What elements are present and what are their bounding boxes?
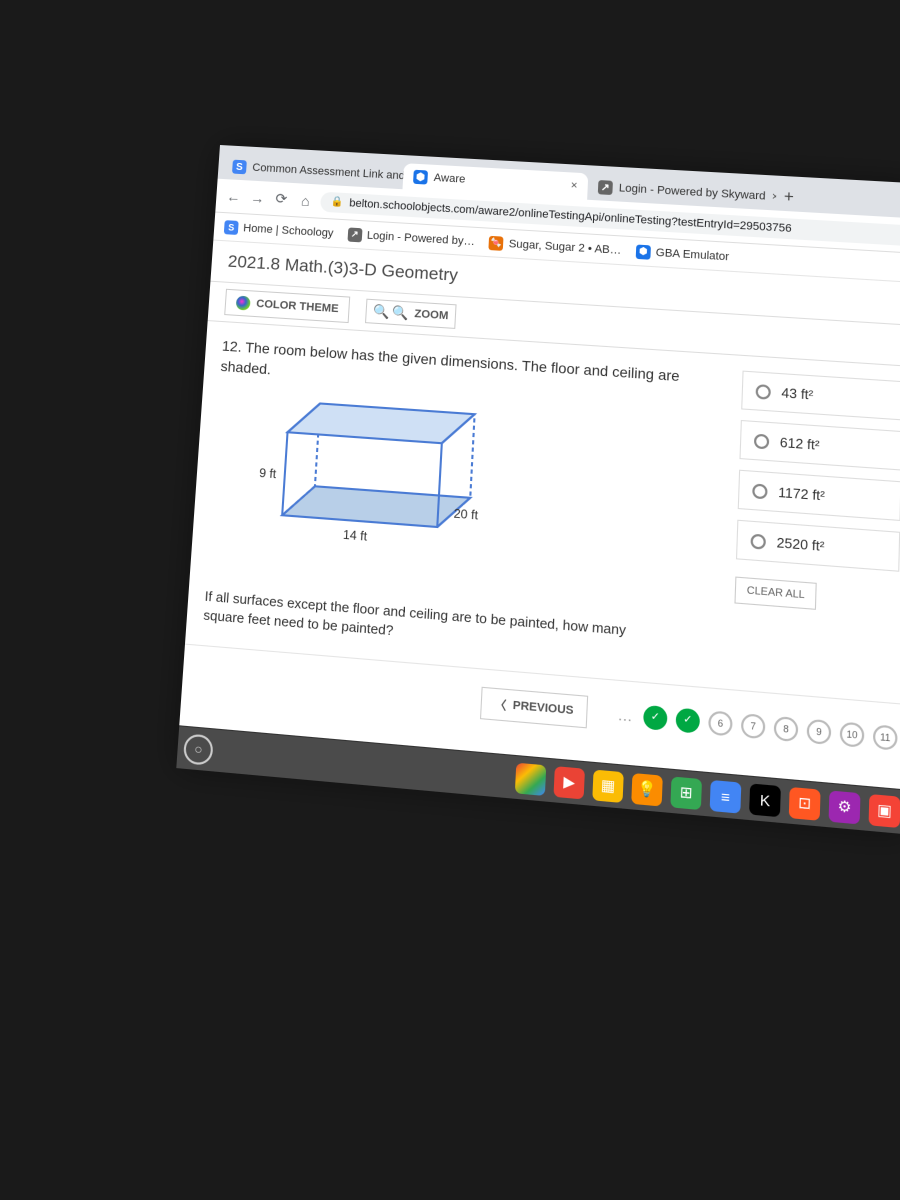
clear-all-button[interactable]: CLEAR ALL (734, 577, 817, 610)
answer-option-1[interactable]: 43 ft² (741, 371, 900, 421)
tab-favicon: ↗ (598, 180, 613, 195)
radio-icon (756, 384, 771, 400)
qnav-9[interactable]: 9 (807, 718, 832, 744)
ellipsis-icon: … (617, 705, 635, 724)
answer-text: 1172 ft² (778, 484, 825, 503)
radio-icon (750, 533, 766, 549)
tab-favicon: S (232, 160, 247, 175)
answer-option-4[interactable]: 2520 ft² (736, 520, 900, 572)
answer-text: 43 ft² (781, 385, 813, 403)
reload-icon[interactable]: ⟳ (272, 190, 291, 208)
app-icon[interactable]: 💡 (631, 772, 663, 806)
question-content: 12. The room below has the given dimensi… (186, 321, 900, 684)
tab-label: Aware (433, 172, 465, 186)
qnav-6[interactable]: 6 (708, 710, 733, 736)
tab-label: Common Assessment Link and (252, 162, 404, 183)
app-icon[interactable]: ▦ (592, 769, 624, 802)
page-title: 2021.8 Math.(3)3-D Geometry (227, 252, 458, 286)
bookmark-gba[interactable]: ⬢ GBA Emulator (636, 244, 730, 264)
bookmark-favicon: ⬢ (636, 244, 651, 259)
qnav-4[interactable]: 4 (643, 704, 668, 730)
answers-column: 43 ft² 612 ft² 1172 ft² 2520 ft² CLEAR A… (732, 371, 900, 683)
home-icon[interactable]: ⌂ (296, 192, 315, 209)
back-icon[interactable]: ← (224, 188, 243, 205)
qnav-8[interactable]: 8 (774, 715, 799, 741)
app-icon[interactable]: K (749, 783, 781, 817)
bookmark-label: Sugar, Sugar 2 • AB… (508, 237, 621, 256)
tab-label: Login - Powered by Skyward (619, 182, 766, 202)
app-icon[interactable]: ▣ (869, 793, 900, 827)
bookmark-sugar[interactable]: 🍬 Sugar, Sugar 2 • AB… (489, 235, 622, 257)
app-icon[interactable]: ⊡ (789, 786, 821, 820)
app-icon[interactable]: ≡ (710, 779, 742, 813)
new-tab-button[interactable]: + (776, 184, 802, 212)
chrome-icon[interactable] (515, 762, 546, 795)
launcher-icon[interactable]: ○ (183, 733, 214, 766)
lock-icon: 🔒 (330, 196, 343, 208)
close-icon[interactable]: × (570, 180, 577, 193)
zoom-in-icon[interactable]: 🔍 (391, 304, 409, 321)
qnav-7[interactable]: 7 (741, 713, 766, 739)
app-icon[interactable]: ⚙ (829, 790, 861, 824)
question-column: 12. The room below has the given dimensi… (203, 336, 732, 668)
dim-width-label: 14 ft (343, 527, 369, 544)
previous-button[interactable]: 〈 PREVIOUS (480, 686, 588, 728)
bookmark-schoology[interactable]: S Home | Schoology (224, 220, 334, 241)
browser-window: S Common Assessment Link and × ⬢ Aware ×… (176, 145, 900, 834)
chevron-left-icon: 〈 (494, 695, 507, 713)
radio-icon (752, 483, 768, 499)
color-theme-button[interactable]: COLOR THEME (224, 289, 350, 323)
forward-icon[interactable]: → (248, 189, 267, 206)
bookmark-label: GBA Emulator (656, 246, 730, 263)
tab-favicon: ⬢ (413, 170, 428, 185)
bookmark-favicon: 🍬 (489, 235, 504, 250)
color-theme-label: COLOR THEME (256, 298, 339, 315)
answer-text: 2520 ft² (776, 534, 824, 554)
qnav-11[interactable]: 11 (873, 724, 898, 750)
app-icon[interactable]: ▶ (553, 766, 585, 799)
bookmark-favicon: ↗ (347, 227, 362, 242)
bookmark-label: Login - Powered by… (367, 229, 476, 248)
zoom-control[interactable]: 🔍 🔍 ZOOM (365, 299, 456, 329)
radio-icon (754, 433, 770, 449)
qnav-10[interactable]: 10 (840, 721, 865, 747)
answer-option-3[interactable]: 1172 ft² (738, 470, 900, 521)
bookmark-label: Home | Schoology (243, 222, 334, 239)
qnav-5[interactable]: 5 (675, 707, 700, 733)
dim-depth-label: 20 ft (453, 506, 479, 523)
zoom-label: ZOOM (410, 308, 449, 323)
answer-option-2[interactable]: 612 ft² (739, 420, 900, 471)
dim-height-label: 9 ft (259, 466, 278, 482)
previous-label: PREVIOUS (513, 699, 574, 717)
app-icon[interactable]: ⊞ (670, 776, 702, 810)
question-number: 12. (222, 337, 243, 355)
bookmark-favicon: S (224, 220, 239, 235)
palette-icon (236, 296, 251, 311)
room-diagram: 9 ft 20 ft 14 ft (247, 389, 730, 613)
bookmark-skyward[interactable]: ↗ Login - Powered by… (347, 227, 475, 249)
zoom-out-icon[interactable]: 🔍 (373, 303, 390, 320)
answer-text: 612 ft² (780, 434, 820, 453)
